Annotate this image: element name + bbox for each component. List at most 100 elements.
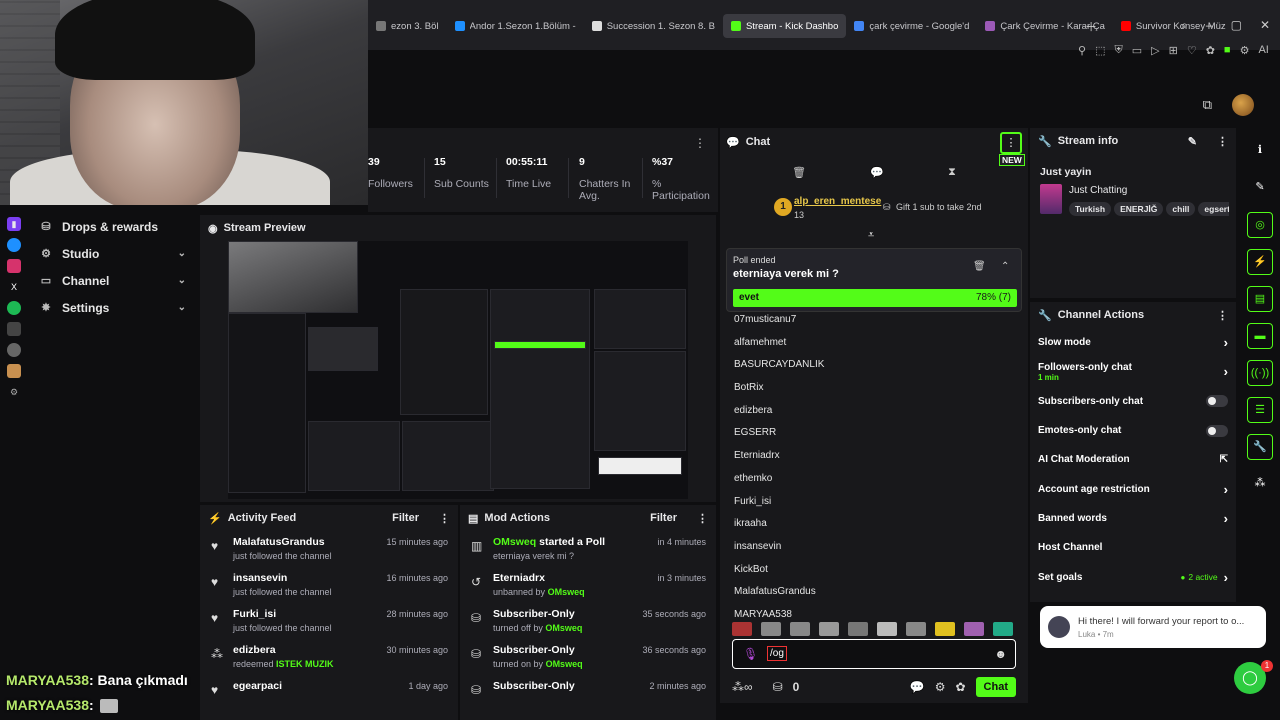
filter-button[interactable]: Filter [392, 512, 419, 524]
pencil-icon[interactable]: ✎ [1247, 175, 1273, 201]
document-icon[interactable]: ▤ [1247, 286, 1273, 312]
layout-icon[interactable]: ☰ [1247, 397, 1273, 423]
emote[interactable] [964, 622, 984, 636]
favorite-icon[interactable]: ♡ [1187, 44, 1197, 57]
close-window-icon[interactable]: ✕ [1260, 18, 1270, 33]
emote[interactable] [848, 622, 868, 636]
edit-icon[interactable]: ✎ [1188, 135, 1197, 148]
trash-icon[interactable]: 🗑 [792, 166, 806, 179]
channel-action-item[interactable]: Slow mode › [1030, 328, 1236, 357]
collapse-poll-icon[interactable]: ⌃ [1001, 261, 1009, 272]
collapse-icon[interactable]: ⩡ [868, 229, 874, 242]
broadcast-icon[interactable]: ((·)) [1247, 360, 1273, 386]
chat-user[interactable]: alfamehmet [734, 337, 1014, 360]
ai-icon[interactable]: AI [1258, 44, 1268, 57]
app-icon[interactable] [7, 322, 21, 336]
list-item[interactable]: ⁂ edizbera redeemed ISTEK MUZIK 30 minut… [200, 639, 458, 675]
extensions-puzzle-icon[interactable]: ⚙ [1240, 44, 1250, 57]
chat-user[interactable]: KickBot [734, 564, 1014, 587]
chat-user[interactable]: MalafatusGrandus [734, 586, 1014, 609]
stats-menu-icon[interactable]: ⋮ [694, 136, 706, 150]
channel-action-item[interactable]: Set goals ● 2 active › [1030, 562, 1236, 591]
extension-green-icon[interactable]: ■ [1224, 44, 1231, 57]
emoji-icon[interactable]: ☻ [994, 647, 1007, 661]
tag[interactable]: chill [1166, 202, 1196, 216]
list-item[interactable]: ⛁ Subscriber-Only turned off by OMsweq 3… [460, 603, 716, 639]
chat-user[interactable]: Furki_isi [734, 496, 1014, 519]
camera-icon[interactable]: ◎ [1247, 212, 1273, 238]
toggle-switch[interactable] [1206, 424, 1228, 437]
chat-user[interactable]: ethemko [734, 473, 1014, 496]
list-item[interactable]: ⛁ Subscriber-Only turned on by OMsweq 36… [460, 639, 716, 675]
nav-item-studio[interactable]: ⚙ Studio ⌄ [28, 240, 200, 267]
emote[interactable] [732, 622, 752, 636]
channel-action-item[interactable]: Banned words › [1030, 504, 1236, 533]
add-tab-icon[interactable]: ＋ [1085, 18, 1097, 35]
list-item[interactable]: ♥ egearpaci 1 day ago [200, 675, 458, 711]
chat-user[interactable]: ikraaha [734, 518, 1014, 541]
creator-icon[interactable]: ⧉ [1203, 97, 1212, 113]
more-icon[interactable]: ⋮ [1217, 135, 1228, 148]
emote[interactable] [935, 622, 955, 636]
list-item[interactable]: ♥ Furki_isi just followed the channel 28… [200, 603, 458, 639]
tag[interactable]: ENERJİĞ [1114, 202, 1164, 216]
channel-action-item[interactable]: Host Channel [1030, 533, 1236, 562]
more-icon[interactable]: ⋮ [1217, 309, 1228, 322]
channel-action-item[interactable]: Subscribers-only chat [1030, 387, 1236, 416]
channel-action-item[interactable]: Followers-only chat 1 min › [1030, 357, 1236, 386]
browser-tab[interactable]: çark çevirme - Google'd [846, 14, 977, 38]
chat-menu-button[interactable]: ⋮ [1000, 132, 1022, 154]
chat-user[interactable]: 07musticanu7 [734, 314, 1014, 337]
instagram-icon[interactable] [7, 259, 21, 273]
maximize-icon[interactable]: ▢ [1231, 18, 1242, 33]
chat-input-text[interactable]: /og [767, 646, 787, 661]
chat-user[interactable]: edizbera [734, 405, 1014, 428]
browser-tab[interactable]: Andor 1.Sezon 1.Bölüm - [447, 14, 584, 38]
settings-icon[interactable]: ⚙ [7, 385, 21, 399]
nav-item-settings[interactable]: ✸ Settings ⌄ [28, 294, 200, 321]
chat-user[interactable]: insansevin [734, 541, 1014, 564]
chat-input[interactable]: 🎙 /og ☻ [732, 639, 1016, 669]
emote-menu-icon[interactable]: ✿ [955, 680, 965, 694]
channel-action-item[interactable]: Emotes-only chat [1030, 416, 1236, 445]
send-chat-button[interactable]: Chat [975, 677, 1016, 697]
more-icon[interactable]: ⋮ [439, 512, 450, 525]
delete-poll-icon[interactable]: 🗑 [973, 261, 986, 272]
gift-prompt[interactable]: Gift 1 sub to take 2nd [896, 202, 982, 212]
collections-icon[interactable]: ⊞ [1169, 44, 1178, 57]
chat-user[interactable]: Eterniadrx [734, 450, 1014, 473]
lightning-icon[interactable]: ⚡ [1247, 249, 1273, 275]
stream-preview-video[interactable] [228, 241, 688, 499]
community-icon[interactable]: ⁂∞ [732, 680, 753, 694]
channel-action-item[interactable]: Account age restriction › [1030, 474, 1236, 503]
emote[interactable] [790, 622, 810, 636]
list-item[interactable]: ♥ MalafatusGrandus just followed the cha… [200, 531, 458, 567]
gift-icon[interactable]: ⛁ [773, 680, 783, 694]
microphone-icon[interactable]: 🎙 [743, 647, 758, 661]
more-icon[interactable]: ⋮ [697, 512, 708, 525]
bookmark-icon[interactable]: ▭ [1132, 44, 1142, 57]
wrench-icon[interactable]: 🔧 [1247, 434, 1273, 460]
shield-icon[interactable]: ⛨ [1114, 44, 1122, 57]
extension-icon[interactable]: ✿ [1206, 44, 1215, 57]
avatar[interactable] [1232, 94, 1254, 116]
chat-user[interactable]: BASURCAYDANLIK [734, 359, 1014, 382]
screenshot-icon[interactable]: ⬚ [1095, 44, 1105, 57]
info-icon[interactable]: ℹ [1247, 138, 1273, 164]
chat-user[interactable]: BotRix [734, 382, 1014, 405]
support-toast[interactable]: Hi there! I will forward your report to … [1040, 606, 1266, 648]
tag[interactable]: Turkish [1069, 202, 1112, 216]
x-icon[interactable]: X [7, 280, 21, 294]
chat-icon[interactable]: ▬ [1247, 323, 1273, 349]
chat-settings-icon[interactable]: ⚙ [935, 680, 946, 694]
emote[interactable] [761, 622, 781, 636]
filter-button[interactable]: Filter [650, 512, 677, 524]
app-icon-3[interactable] [7, 364, 21, 378]
browser-tab[interactable]: Stream - Kick Dashbo [722, 14, 847, 38]
list-item[interactable]: ↺ Eterniadrx unbanned by OMsweq in 3 min… [460, 567, 716, 603]
search-tabs-icon[interactable]: ⌕ [1181, 18, 1188, 33]
emote[interactable] [819, 622, 839, 636]
chat-user[interactable]: EGSERR [734, 427, 1014, 450]
nav-item-channel[interactable]: ▭ Channel ⌄ [28, 267, 200, 294]
emote[interactable] [877, 622, 897, 636]
